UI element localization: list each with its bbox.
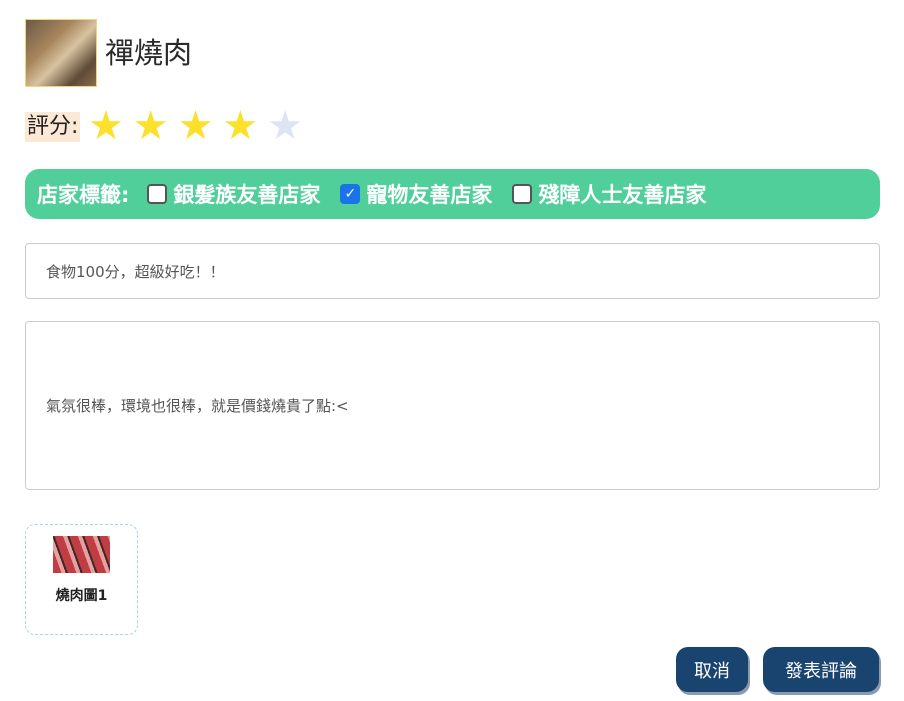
tag-pet-friendly[interactable]: ✓ 寵物友善店家 (340, 179, 492, 209)
checkbox[interactable] (147, 184, 168, 204)
photo-thumbnail (53, 536, 110, 573)
tag-label: 銀髮族友善店家 (173, 183, 321, 207)
tag-label: 殘障人士友善店家 (538, 183, 707, 207)
photo-card[interactable]: 燒肉圖1 (25, 524, 138, 635)
tag-senior-friendly[interactable]: 銀髮族友善店家 (147, 179, 320, 209)
checkbox[interactable]: ✓ (340, 184, 361, 204)
star-icon[interactable]: ★ (88, 104, 124, 148)
restaurant-thumbnail (25, 19, 97, 87)
review-content-textarea[interactable]: 氣氛很棒，環境也很棒，就是價錢燒貴了點:< (25, 321, 880, 490)
tag-disability-friendly[interactable]: 殘障人士友善店家 (512, 179, 706, 209)
review-title-input[interactable]: 食物100分，超級好吃！！ (25, 243, 880, 299)
submit-review-button[interactable]: 發表評論 (763, 647, 879, 692)
tag-label: 寵物友善店家 (366, 183, 493, 207)
star-icon[interactable]: ★ (267, 104, 303, 148)
tags-label: 店家標籤: (37, 183, 130, 207)
cancel-button[interactable]: 取消 (676, 647, 748, 692)
restaurant-name: 禪燒肉 (105, 36, 193, 70)
checkbox[interactable] (512, 184, 533, 204)
star-icon[interactable]: ★ (178, 104, 214, 148)
photo-label: 燒肉圖1 (55, 588, 108, 604)
star-icon[interactable]: ★ (133, 104, 169, 148)
rating-label: 評分: (25, 112, 81, 142)
star-icon[interactable]: ★ (222, 104, 258, 148)
store-tags-bar: 店家標籤: 銀髮族友善店家 ✓ 寵物友善店家 殘障人士友善店家 (25, 169, 880, 219)
